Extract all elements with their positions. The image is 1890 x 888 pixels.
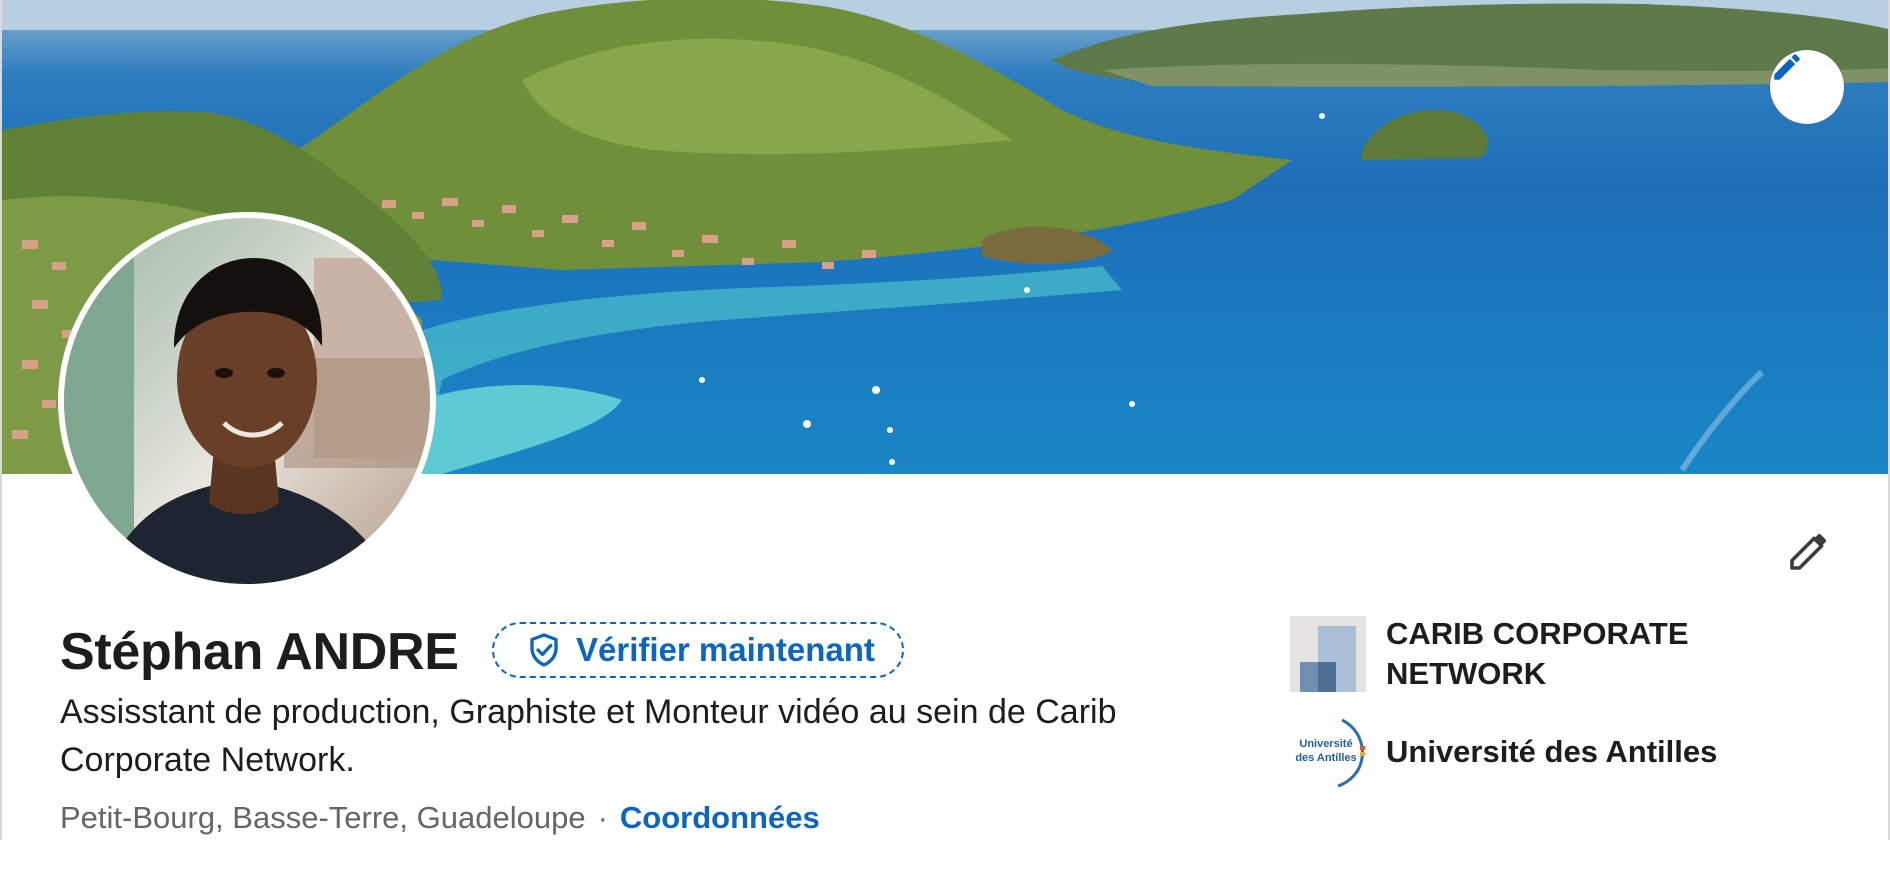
org-education[interactable]: Université des Antilles Université des A… <box>1290 714 1746 790</box>
edit-cover-button[interactable] <box>1770 50 1844 124</box>
company-logo <box>1290 616 1366 692</box>
org-name: CARIB CORPORATE NETWORK <box>1386 616 1689 691</box>
contact-info-link[interactable]: Coordonnées <box>620 800 820 836</box>
verify-label: Vérifier maintenant <box>576 631 875 668</box>
verify-now-button[interactable]: Vérifier maintenant <box>492 622 904 678</box>
profile-name: Stéphan ANDRE <box>60 623 459 681</box>
avatar <box>64 218 430 584</box>
location-row: Petit-Bourg, Basse-Terre, Guadeloupe · C… <box>60 800 820 836</box>
location-text: Petit-Bourg, Basse-Terre, Guadeloupe <box>60 800 586 835</box>
university-logo-text-2: des Antilles <box>1295 752 1356 764</box>
pencil-icon <box>1774 54 1800 80</box>
profile-photo[interactable] <box>58 212 436 590</box>
shield-check-icon <box>530 633 558 667</box>
org-name: Université des Antilles <box>1386 734 1718 769</box>
edit-intro-button[interactable] <box>1782 522 1838 578</box>
profile-headline: Assisstant de production, Graphiste et M… <box>60 693 1117 779</box>
pencil-icon <box>1790 533 1827 570</box>
university-logo-mark: Université des Antilles <box>1295 718 1365 788</box>
university-logo-text-1: Université <box>1299 738 1352 750</box>
separator-dot: · <box>597 800 608 835</box>
profile-card: Stéphan ANDRE Vérifier maintenant Assiss… <box>0 0 1890 840</box>
university-logo: Université des Antilles <box>1290 714 1366 790</box>
org-current-company[interactable]: CARIB CORPORATE NETWORK <box>1290 614 1746 694</box>
person-portrait <box>64 218 430 584</box>
